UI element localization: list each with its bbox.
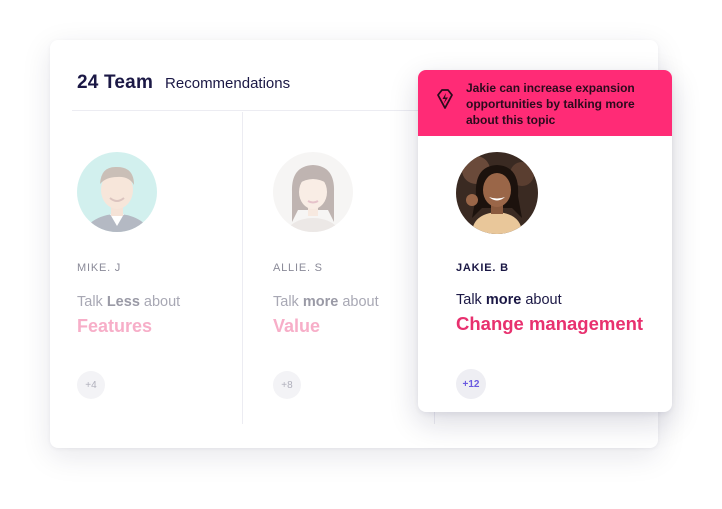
talk-suffix: about [525, 292, 562, 308]
member-name: ALLIE. S [273, 262, 323, 274]
avatar [273, 152, 353, 232]
stage: 24 Team Recommendations MIKE. J Talk Les… [0, 0, 722, 509]
card-body: JAKIE. B Talk more about Change manageme… [418, 136, 672, 399]
talk-prefix: Talk [456, 292, 482, 308]
talk-emphasis: more [302, 294, 339, 310]
count-badge[interactable]: +8 [273, 371, 301, 399]
header-divider [72, 110, 432, 111]
count-badge[interactable]: +4 [77, 371, 105, 399]
member-card-allie[interactable]: ALLIE. S Talk more about Value +8 [273, 152, 433, 399]
talk-suffix: about [143, 294, 181, 310]
avatar [77, 152, 157, 232]
member-card-mike[interactable]: MIKE. J Talk Less about Features +4 [77, 152, 237, 399]
talk-prefix: Talk [77, 294, 103, 310]
talk-emphasis: more [485, 292, 522, 308]
talk-prefix: Talk [273, 294, 299, 310]
talk-suffix: about [342, 294, 379, 310]
talk-instruction: Talk more about [456, 292, 672, 308]
member-name: JAKIE. B [456, 262, 509, 274]
column-divider [242, 112, 243, 424]
topic-label: Features [77, 316, 153, 336]
talk-emphasis: Less [106, 294, 140, 310]
count-badge[interactable]: +12 [456, 369, 486, 399]
diamond-lightning-icon [434, 88, 456, 110]
talk-instruction: Talk more about [273, 294, 433, 310]
topic-label: Change management [456, 313, 644, 334]
topic-label: Value [273, 316, 321, 336]
talk-instruction: Talk Less about [77, 294, 237, 310]
highlighted-member-card[interactable]: Jakie can increase expansion opportuniti… [418, 70, 672, 412]
team-count: 24 Team [77, 72, 154, 93]
insight-text: Jakie can increase expansion opportuniti… [466, 81, 635, 127]
recommendations-title: Recommendations [165, 75, 291, 92]
member-name: MIKE. J [77, 262, 122, 274]
panel-header: 24 Team Recommendations [77, 72, 290, 94]
avatar [456, 152, 538, 234]
insight-banner: Jakie can increase expansion opportuniti… [418, 70, 672, 136]
